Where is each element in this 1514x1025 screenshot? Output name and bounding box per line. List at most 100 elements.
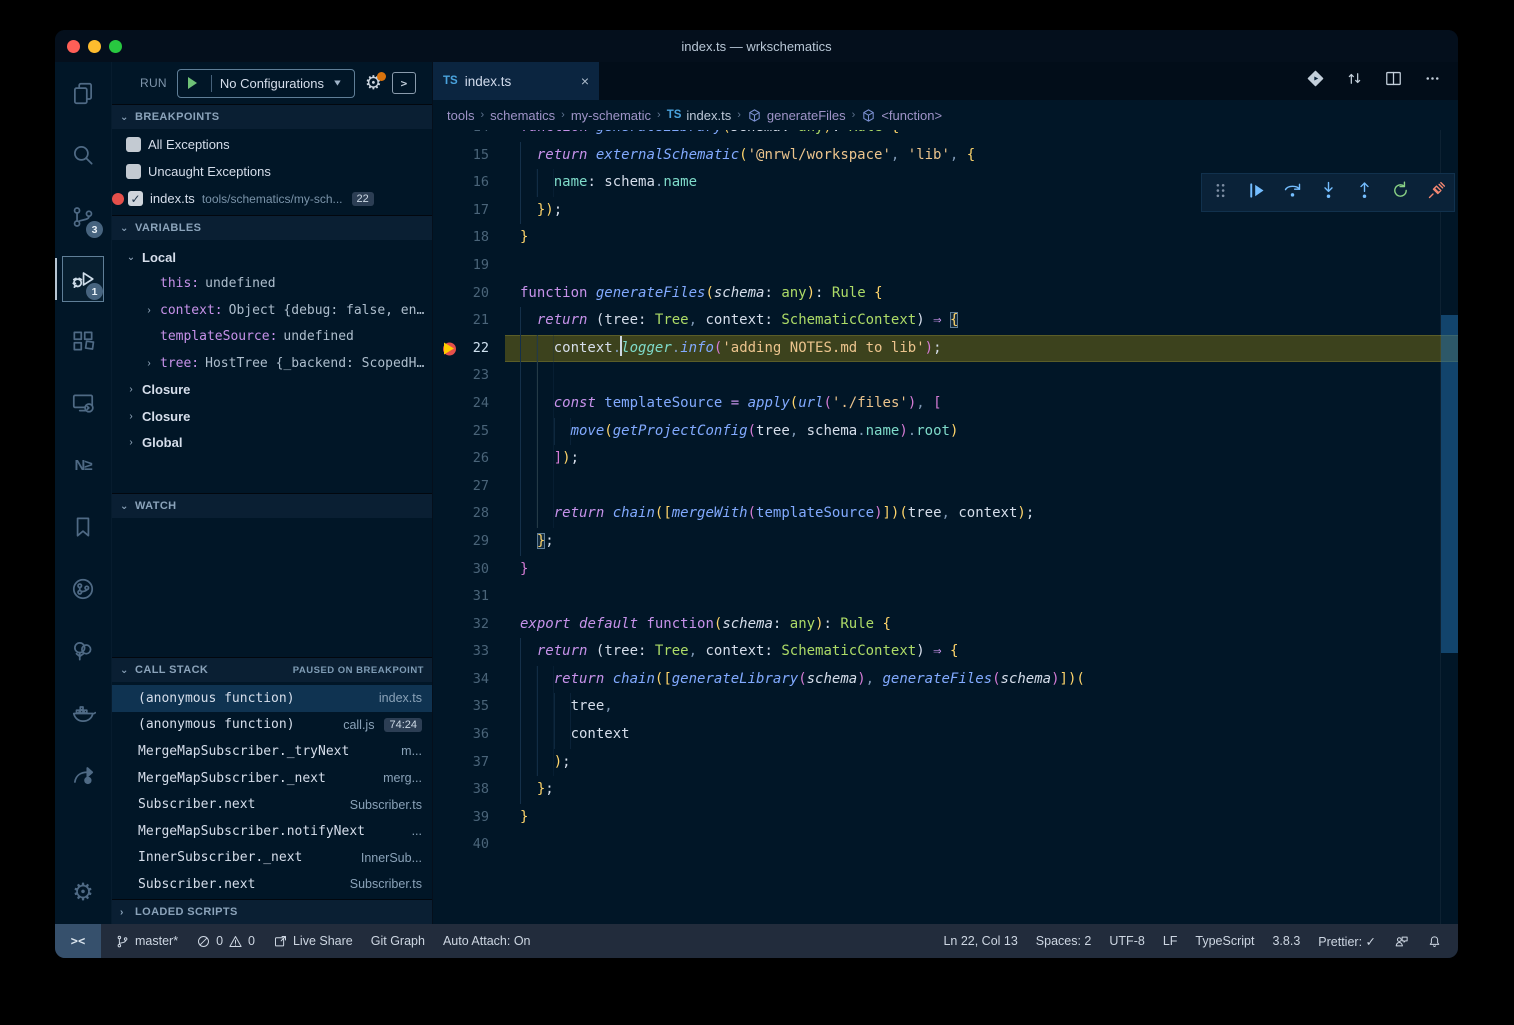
gutter[interactable]: 38	[433, 776, 505, 804]
call-stack-header[interactable]: ⌄ CALL STACK PAUSED ON BREAKPOINT	[112, 657, 432, 682]
breakpoint-row[interactable]: Uncaught Exceptions	[112, 158, 432, 185]
status-indentation[interactable]: Spaces: 2	[1036, 934, 1092, 948]
activity-item-live-share[interactable]	[55, 744, 111, 806]
code-line[interactable]: 38 };	[433, 776, 1458, 804]
breakpoints-header[interactable]: ⌄ BREAKPOINTS	[112, 104, 432, 129]
debug-console-icon[interactable]: >	[392, 72, 416, 94]
code-line[interactable]: 32export default function(schema: any): …	[433, 611, 1458, 639]
tab-index-ts[interactable]: TS index.ts ×	[433, 62, 599, 100]
gutter[interactable]: 40	[433, 831, 505, 859]
breakpoint-row[interactable]: All Exceptions	[112, 131, 432, 158]
activity-item-search[interactable]	[55, 124, 111, 186]
line-number[interactable]: 31	[443, 583, 489, 611]
call-stack-frame[interactable]: MergeMapSubscriber._tryNextm...	[112, 738, 432, 765]
gutter[interactable]: 16	[433, 169, 505, 197]
activity-item-run-debug[interactable]: 1	[55, 248, 111, 310]
configure-gear-icon[interactable]: ⚙	[365, 74, 382, 93]
code-line[interactable]: 29 };	[433, 528, 1458, 556]
breakpoint-checkbox[interactable]: ✓	[128, 191, 143, 206]
scrollbar-thumb[interactable]	[1441, 315, 1458, 653]
gutter[interactable]: 14	[433, 130, 505, 142]
activity-item-bookmarks[interactable]	[55, 496, 111, 558]
line-number[interactable]: 20	[443, 280, 489, 308]
gutter[interactable]: 33	[433, 638, 505, 666]
code-line[interactable]: 25 move(getProjectConfig(tree, schema.na…	[433, 418, 1458, 446]
line-number[interactable]: 40	[443, 831, 489, 859]
variable-row[interactable]: ›context:Object {debug: false, en…	[112, 297, 432, 324]
line-number[interactable]: 32	[443, 611, 489, 639]
variable-row[interactable]: ⌄Local	[112, 244, 432, 271]
variable-row[interactable]: ›Closure	[112, 403, 432, 430]
more-actions-button[interactable]	[1423, 69, 1442, 93]
line-number[interactable]: 36	[443, 721, 489, 749]
line-number[interactable]: 17	[443, 197, 489, 225]
gutter[interactable]: 19	[433, 252, 505, 280]
activity-item-settings[interactable]: ⚙	[55, 862, 111, 924]
gutter[interactable]: 23	[433, 362, 505, 390]
line-number[interactable]: 37	[443, 749, 489, 777]
code-line[interactable]: 34 return chain([generateLibrary(schema)…	[433, 666, 1458, 694]
gutter[interactable]: 17	[433, 197, 505, 225]
code-line[interactable]: 20function generateFiles(schema: any): R…	[433, 280, 1458, 308]
call-stack-frame[interactable]: MergeMapSubscriber.notifyNext...	[112, 818, 432, 845]
line-number[interactable]: 18	[443, 224, 489, 252]
start-debug-icon[interactable]	[188, 77, 203, 89]
breadcrumb-item[interactable]: my-schematic	[571, 108, 651, 123]
restart-button[interactable]	[1390, 180, 1411, 206]
status-git-graph[interactable]: Git Graph	[371, 934, 425, 948]
gutter[interactable]: 37	[433, 749, 505, 777]
line-number[interactable]: 23	[443, 362, 489, 390]
gutter[interactable]: 32	[433, 611, 505, 639]
code-line[interactable]: 27	[433, 473, 1458, 501]
continue-button[interactable]	[1246, 180, 1267, 206]
breakpoint-checkbox[interactable]	[126, 137, 141, 152]
status-git-branch[interactable]: master*	[115, 934, 178, 949]
code-line[interactable]: 14function generateLibrary(schema: any):…	[433, 130, 1458, 142]
step-out-button[interactable]	[1354, 180, 1375, 206]
call-stack-frame[interactable]: MergeMapSubscriber._nextmerg...	[112, 765, 432, 792]
gutter[interactable]: 26	[433, 445, 505, 473]
variables-header[interactable]: ⌄ VARIABLES	[112, 215, 432, 240]
code-line[interactable]: 19	[433, 252, 1458, 280]
call-stack-frame[interactable]: InnerSubscriber._nextInnerSub...	[112, 845, 432, 872]
code-line[interactable]: 39}	[433, 804, 1458, 832]
line-number[interactable]: 28	[443, 500, 489, 528]
status-prettier[interactable]: Prettier: ✓	[1318, 934, 1376, 949]
code-area[interactable]: 14function generateLibrary(schema: any):…	[433, 130, 1458, 924]
code-line[interactable]: 24 const templateSource = apply(url('./f…	[433, 390, 1458, 418]
step-over-button[interactable]	[1282, 180, 1303, 206]
code-line[interactable]: 18}	[433, 224, 1458, 252]
code-line[interactable]: 15 return externalSchematic('@nrwl/works…	[433, 142, 1458, 170]
watch-header[interactable]: ⌄ WATCH	[112, 493, 432, 518]
code-line[interactable]: 21 return (tree: Tree, context: Schemati…	[433, 307, 1458, 335]
code-line[interactable]: 35 tree,	[433, 693, 1458, 721]
call-stack-frame[interactable]: (anonymous function)call.js74:24	[112, 712, 432, 739]
code-line[interactable]: 28 return chain([mergeWith(templateSourc…	[433, 500, 1458, 528]
line-number[interactable]: 14	[443, 130, 489, 142]
line-number[interactable]: 38	[443, 776, 489, 804]
status-live-share[interactable]: Live Share	[273, 934, 353, 949]
status-ts-version[interactable]: 3.8.3	[1272, 934, 1300, 948]
breadcrumb-item[interactable]: generateFiles	[747, 108, 846, 123]
run-or-debug-button[interactable]	[1306, 69, 1325, 93]
line-number[interactable]: 34	[443, 666, 489, 694]
line-number[interactable]: 16	[443, 169, 489, 197]
gutter[interactable]: 15	[433, 142, 505, 170]
status-auto-attach[interactable]: Auto Attach: On	[443, 934, 531, 948]
line-number[interactable]: 19	[443, 252, 489, 280]
activity-item-git-graph[interactable]	[55, 558, 111, 620]
status-notifications[interactable]	[1427, 934, 1442, 949]
activity-item-docker[interactable]	[55, 682, 111, 744]
line-number[interactable]: 35	[443, 693, 489, 721]
variable-row[interactable]: this:undefined	[112, 271, 432, 298]
line-number[interactable]: 29	[443, 528, 489, 556]
variable-row[interactable]: ›Global	[112, 430, 432, 457]
breadcrumb-item[interactable]: schematics	[490, 108, 555, 123]
disconnect-button[interactable]	[1426, 180, 1447, 206]
line-number[interactable]: 30	[443, 556, 489, 584]
line-number[interactable]: 33	[443, 638, 489, 666]
call-stack-frame[interactable]: Subscriber.nextSubscriber.ts	[112, 871, 432, 898]
activity-item-remote-explorer[interactable]	[55, 372, 111, 434]
gutter[interactable]: 21	[433, 307, 505, 335]
gutter[interactable]: 29	[433, 528, 505, 556]
